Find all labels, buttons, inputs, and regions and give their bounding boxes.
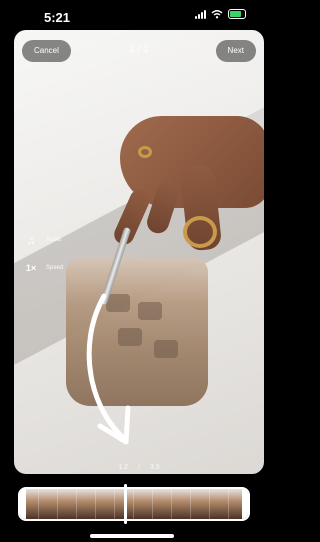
speed-label: Speed <box>46 265 64 271</box>
next-button[interactable]: Next <box>215 40 256 62</box>
curved-arrow-icon <box>86 293 131 445</box>
home-indicator[interactable] <box>90 534 174 538</box>
total-duration: 3.9 <box>149 464 160 471</box>
wifi-icon <box>211 10 223 19</box>
playhead[interactable] <box>124 484 127 524</box>
speed-icon: 1× <box>25 263 37 273</box>
status-bar: 5:21 <box>0 0 264 30</box>
battery-icon <box>228 9 246 19</box>
video-timeline[interactable] <box>18 487 250 521</box>
cellular-signal-icon <box>195 9 206 19</box>
timeline-frame <box>77 489 96 519</box>
timeline-frame <box>153 489 172 519</box>
trim-handle-right[interactable] <box>242 489 248 519</box>
time-separator: / <box>138 464 140 471</box>
trim-handle-left[interactable] <box>20 489 26 519</box>
current-time: 1.2 <box>118 464 129 471</box>
timeline-frame <box>210 489 229 519</box>
timeline-frame <box>134 489 153 519</box>
media-preview[interactable]: Cancel 1 / 1 Next ♫ Audio 1× Speed 1.2 /… <box>14 30 264 474</box>
status-icons <box>195 9 246 19</box>
timeline-frame <box>39 489 58 519</box>
playback-time: 1.2 / 3.9 <box>14 464 264 471</box>
status-time: 5:21 <box>44 10 71 25</box>
audio-label: Audio <box>46 237 62 243</box>
speed-tool[interactable]: 1× Speed <box>24 260 64 276</box>
music-note-icon: ♫ <box>26 233 36 247</box>
timeline-frame <box>172 489 191 519</box>
timeline-frame <box>96 489 115 519</box>
audio-tool[interactable]: ♫ Audio <box>24 232 62 248</box>
timeline-frame <box>191 489 210 519</box>
timeline-frame <box>58 489 77 519</box>
